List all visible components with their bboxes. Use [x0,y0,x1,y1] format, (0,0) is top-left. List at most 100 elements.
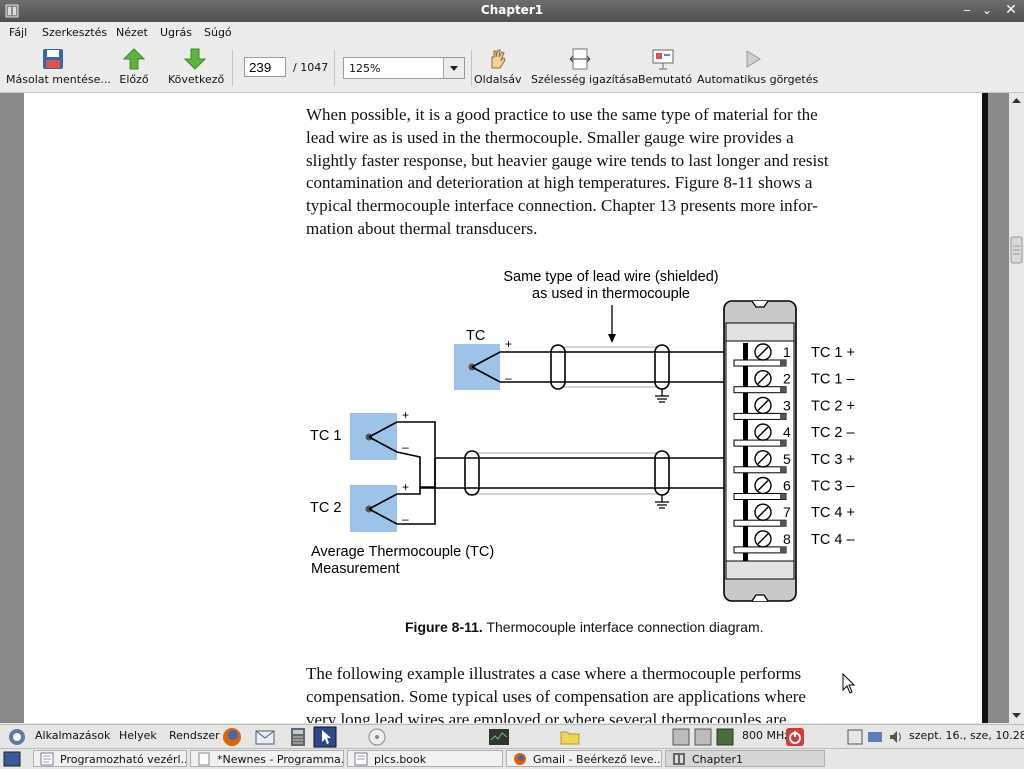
menu-file[interactable]: Fájl [9,26,27,39]
save-icon [43,49,63,69]
menu-system[interactable]: Rendszer [169,729,220,742]
toolbar-separator [471,50,472,86]
menu-view[interactable]: Nézet [116,26,148,39]
channel-label: TC 2 + [811,398,855,414]
toolbar-separator [334,50,335,86]
average-label-2: Measurement [311,561,400,577]
page-total: / 1047 [293,61,329,74]
thermocouple-tc [454,344,500,390]
svg-text:+: + [402,480,409,494]
clock[interactable]: szept. 16., sze, 10.28 [909,729,1024,742]
lead-wire-label-2: as used in thermocouple [532,286,690,302]
task-button[interactable]: Programozható vezérl... [33,750,187,767]
tc1-label: TC 1 [310,428,341,444]
system-monitor-icon[interactable] [488,728,510,746]
mail-client-icon[interactable] [254,727,276,747]
previous-page-button[interactable]: Előző [118,48,150,86]
mouse-cursor-icon [842,673,856,694]
zoom-value: 125% [349,62,381,75]
show-desktop-icon[interactable] [3,751,21,767]
channel-label: TC 1 + [811,345,855,361]
document-viewport[interactable]: When possible, it is a good practice to … [0,93,1009,723]
terminal-number: 2 [783,371,791,387]
dropdown-button[interactable] [443,58,464,78]
top-panel: Alkalmazások Helyek Rendszer 800 MHz sze… [0,724,1024,749]
channel-label: TC 3 – [811,479,855,495]
task-button-active[interactable]: Chapter1 [665,750,825,767]
channel-label: TC 1 – [811,372,855,388]
toolbar-separator [232,50,233,86]
minimize-button[interactable]: ‒ [958,2,976,18]
tc-label: TC [466,328,485,344]
page-number-input[interactable] [244,57,286,77]
svg-text:+: + [505,337,512,351]
terminal-number: 3 [783,397,791,413]
channel-label: TC 2 – [811,425,855,441]
ubuntu-logo-icon[interactable] [8,728,26,746]
folder-icon[interactable] [560,729,580,745]
terminal-number: 4 [783,424,791,440]
fit-width-button[interactable]: Szélesség igazítása [531,48,638,86]
play-icon [746,50,761,68]
tray-icons[interactable] [846,729,904,745]
firefox-icon[interactable] [222,727,242,747]
terminal-number: 8 [783,531,791,547]
firefox-icon [514,753,526,765]
menu-applications[interactable]: Alkalmazások [35,729,110,742]
shutdown-icon[interactable] [785,727,805,747]
autoscroll-button[interactable]: Automatikus görgetés [697,48,818,86]
thermocouple-tc1 [350,413,397,460]
presentation-icon [652,49,674,70]
menu-bar: Fájl Szerkesztés Nézet Ugrás Súgó [0,22,1024,42]
zoom-select[interactable]: 125% [343,57,465,79]
close-button[interactable]: ✕ [1002,2,1020,18]
cd-icon[interactable] [368,728,386,746]
tc2-label: TC 2 [310,500,341,516]
document-icon [354,752,368,766]
blank-page-icon [198,752,210,766]
fit-width-icon [569,48,591,70]
task-button[interactable]: *Newnes - Programma... [190,750,344,767]
terminal-number: 7 [783,504,791,520]
thermocouple-tc2 [350,485,397,532]
arrow-down-icon [184,48,206,70]
hand-icon [491,49,506,69]
window-titlebar[interactable]: Chapter1 ‒ ⌄ ✕ [0,0,1024,22]
channel-label: TC 4 – [811,532,855,548]
menu-go[interactable]: Ugrás [160,26,192,39]
scroll-up-icon [1012,98,1021,103]
svg-text:–: – [402,440,409,454]
svg-text:–: – [402,512,409,526]
menu-places[interactable]: Helyek [119,729,157,742]
svg-text:–: – [505,371,512,385]
next-page-button[interactable]: Következő [168,48,224,86]
chevron-down-icon [450,66,458,71]
window-list-panel: Programozható vezérl... *Newnes - Progra… [0,748,1024,769]
channel-label: TC 4 + [811,505,855,521]
window-title: Chapter1 [480,3,544,17]
document-viewer-icon [673,753,685,765]
average-label: Average Thermocouple (TC) [311,544,494,560]
task-button[interactable]: plcs.book [347,750,503,767]
lead-wire-label: Same type of lead wire (shielded) [503,269,718,285]
figure-caption: Figure 8-11. Thermocouple interface conn… [405,619,764,635]
cpu-frequency: 800 MHz [742,729,791,742]
maximize-button[interactable]: ⌄ [978,2,996,18]
channel-label: TC 3 + [811,452,855,468]
svg-text:+: + [402,408,409,422]
terminal-number: 6 [783,478,791,494]
sidebar-toggle-button[interactable]: Oldalsáv [474,48,521,86]
menu-help[interactable]: Súgó [204,26,232,39]
presentation-button[interactable]: Bemutató [638,48,692,86]
calculator-icon[interactable] [290,727,306,747]
arrow-up-icon [123,48,145,70]
save-copy-button[interactable]: Másolat mentése... [6,48,111,86]
vertical-scrollbar[interactable] [1009,93,1024,723]
document-icon [40,752,54,766]
screenshot-tool-icon[interactable] [313,726,337,748]
paragraph-2: The following example illustrates a case… [306,664,806,723]
toolbar: Másolat mentése... Előző Következő Oldal… [0,42,1024,93]
terminal-number: 5 [783,451,791,467]
menu-edit[interactable]: Szerkesztés [42,26,107,39]
task-button[interactable]: Gmail - Beérkező leve... [506,750,662,767]
